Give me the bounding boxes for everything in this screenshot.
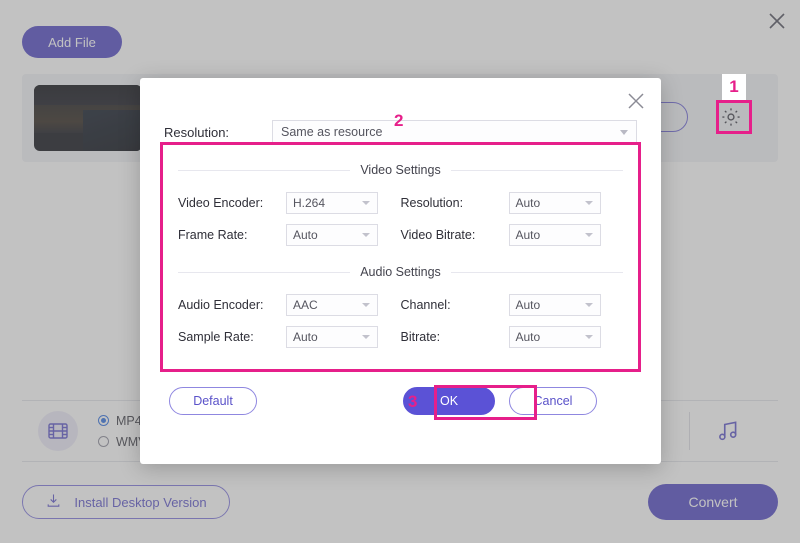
resolution-label: Resolution:: [164, 125, 272, 140]
step2-number: 2: [394, 111, 403, 131]
divider-left: [178, 170, 350, 171]
settings-area: Video Settings Video Encoder: H.264 Reso…: [160, 142, 641, 372]
window-close-icon[interactable]: [760, 4, 794, 38]
select-value: Auto: [516, 330, 541, 344]
video-settings-title: Video Settings: [360, 163, 440, 177]
field-label: Channel:: [401, 298, 509, 312]
field-label: Bitrate:: [401, 330, 509, 344]
chevron-down-icon: [585, 335, 593, 339]
chevron-down-icon: [585, 201, 593, 205]
field-label: Frame Rate:: [178, 228, 286, 242]
field-video-encoder: Video Encoder: H.264: [178, 192, 401, 214]
select-value: AAC: [293, 298, 318, 312]
dialog-footer: Default OK Cancel: [140, 381, 661, 421]
select-value: Auto: [516, 228, 541, 242]
field-label: Video Encoder:: [178, 196, 286, 210]
settings-row: Sample Rate: Auto Bitrate: Auto: [178, 326, 623, 348]
divider-left: [178, 272, 350, 273]
video-settings-header: Video Settings: [178, 160, 623, 180]
audio-encoder-select[interactable]: AAC: [286, 294, 378, 316]
select-value: H.264: [293, 196, 325, 210]
field-audio-encoder: Audio Encoder: AAC: [178, 294, 401, 316]
dialog-close-icon[interactable]: [623, 88, 649, 114]
field-channel: Channel: Auto: [401, 294, 624, 316]
cancel-button[interactable]: Cancel: [509, 387, 597, 415]
video-settings-dialog: Resolution: Same as resource Video Setti…: [140, 78, 661, 464]
audio-settings-rows: Audio Encoder: AAC Channel: Auto Sa: [178, 294, 623, 348]
default-button[interactable]: Default: [169, 387, 257, 415]
channel-select[interactable]: Auto: [509, 294, 601, 316]
step3-number: 3: [408, 392, 417, 412]
sample-rate-select[interactable]: Auto: [286, 326, 378, 348]
video-bitrate-select[interactable]: Auto: [509, 224, 601, 246]
select-value: Auto: [516, 298, 541, 312]
video-resolution-select[interactable]: Auto: [509, 192, 601, 214]
audio-bitrate-select[interactable]: Auto: [509, 326, 601, 348]
chevron-down-icon: [362, 335, 370, 339]
field-video-bitrate: Video Bitrate: Auto: [401, 224, 624, 246]
divider-right: [451, 170, 623, 171]
video-encoder-select[interactable]: H.264: [286, 192, 378, 214]
chevron-down-icon: [362, 303, 370, 307]
resolution-select-value: Same as resource: [281, 125, 382, 139]
field-audio-bitrate: Bitrate: Auto: [401, 326, 624, 348]
field-label: Video Bitrate:: [401, 228, 509, 242]
frame-rate-select[interactable]: Auto: [286, 224, 378, 246]
select-value: Auto: [516, 196, 541, 210]
resolution-select[interactable]: Same as resource: [272, 120, 637, 144]
select-value: Auto: [293, 330, 318, 344]
field-frame-rate: Frame Rate: Auto: [178, 224, 401, 246]
audio-settings-title: Audio Settings: [360, 265, 441, 279]
video-settings-rows: Video Encoder: H.264 Resolution: Auto: [178, 192, 623, 246]
divider-right: [451, 272, 623, 273]
field-video-resolution: Resolution: Auto: [401, 192, 624, 214]
select-value: Auto: [293, 228, 318, 242]
step1-number: 1: [729, 77, 738, 97]
step1-badge: 1: [722, 74, 746, 100]
chevron-down-icon: [362, 233, 370, 237]
field-label: Resolution:: [401, 196, 509, 210]
field-label: Audio Encoder:: [178, 298, 286, 312]
chevron-down-icon: [620, 130, 628, 135]
chevron-down-icon: [362, 201, 370, 205]
field-sample-rate: Sample Rate: Auto: [178, 326, 401, 348]
chevron-down-icon: [585, 303, 593, 307]
settings-row: Frame Rate: Auto Video Bitrate: Auto: [178, 224, 623, 246]
audio-settings-header: Audio Settings: [178, 262, 623, 282]
settings-row: Video Encoder: H.264 Resolution: Auto: [178, 192, 623, 214]
chevron-down-icon: [585, 233, 593, 237]
field-label: Sample Rate:: [178, 330, 286, 344]
settings-row: Audio Encoder: AAC Channel: Auto: [178, 294, 623, 316]
